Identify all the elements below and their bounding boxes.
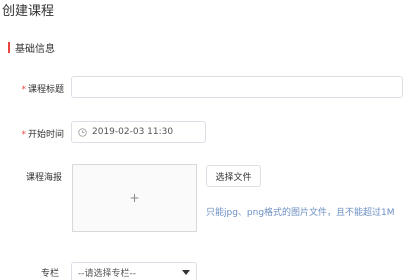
plus-icon: + xyxy=(129,191,140,205)
column-select[interactable]: --请选择专栏-- xyxy=(71,262,197,280)
clock-icon xyxy=(78,127,87,137)
start-time-picker[interactable]: 2019-02-03 11:30 xyxy=(71,121,206,143)
required-mark: * xyxy=(21,85,26,95)
poster-label: 课程海报 xyxy=(25,173,62,183)
start-time-label: * 开始时间 xyxy=(4,127,64,140)
poster-hint: 只能jpg、png格式的图片文件，且不能超过1M xyxy=(206,208,395,218)
course-title-label-text: 课程标题 xyxy=(27,85,64,95)
page-title: 创建课程 xyxy=(2,4,55,19)
poster-upload-area[interactable]: + xyxy=(72,164,197,232)
section-title: 基础信息 xyxy=(15,43,55,55)
caret-down-icon xyxy=(182,269,190,275)
column-select-value: --请选择专栏-- xyxy=(78,268,136,279)
column-label: 专栏 xyxy=(40,269,59,279)
section-accent-bar xyxy=(8,41,10,53)
course-title-input[interactable] xyxy=(71,76,403,98)
required-mark: * xyxy=(21,130,26,140)
start-time-label-text: 开始时间 xyxy=(27,130,64,140)
choose-file-button[interactable]: 选择文件 xyxy=(206,165,261,187)
course-title-label: * 课程标题 xyxy=(4,82,64,95)
start-time-value: 2019-02-03 11:30 xyxy=(92,127,174,137)
section-header: 基础信息 xyxy=(8,40,55,55)
